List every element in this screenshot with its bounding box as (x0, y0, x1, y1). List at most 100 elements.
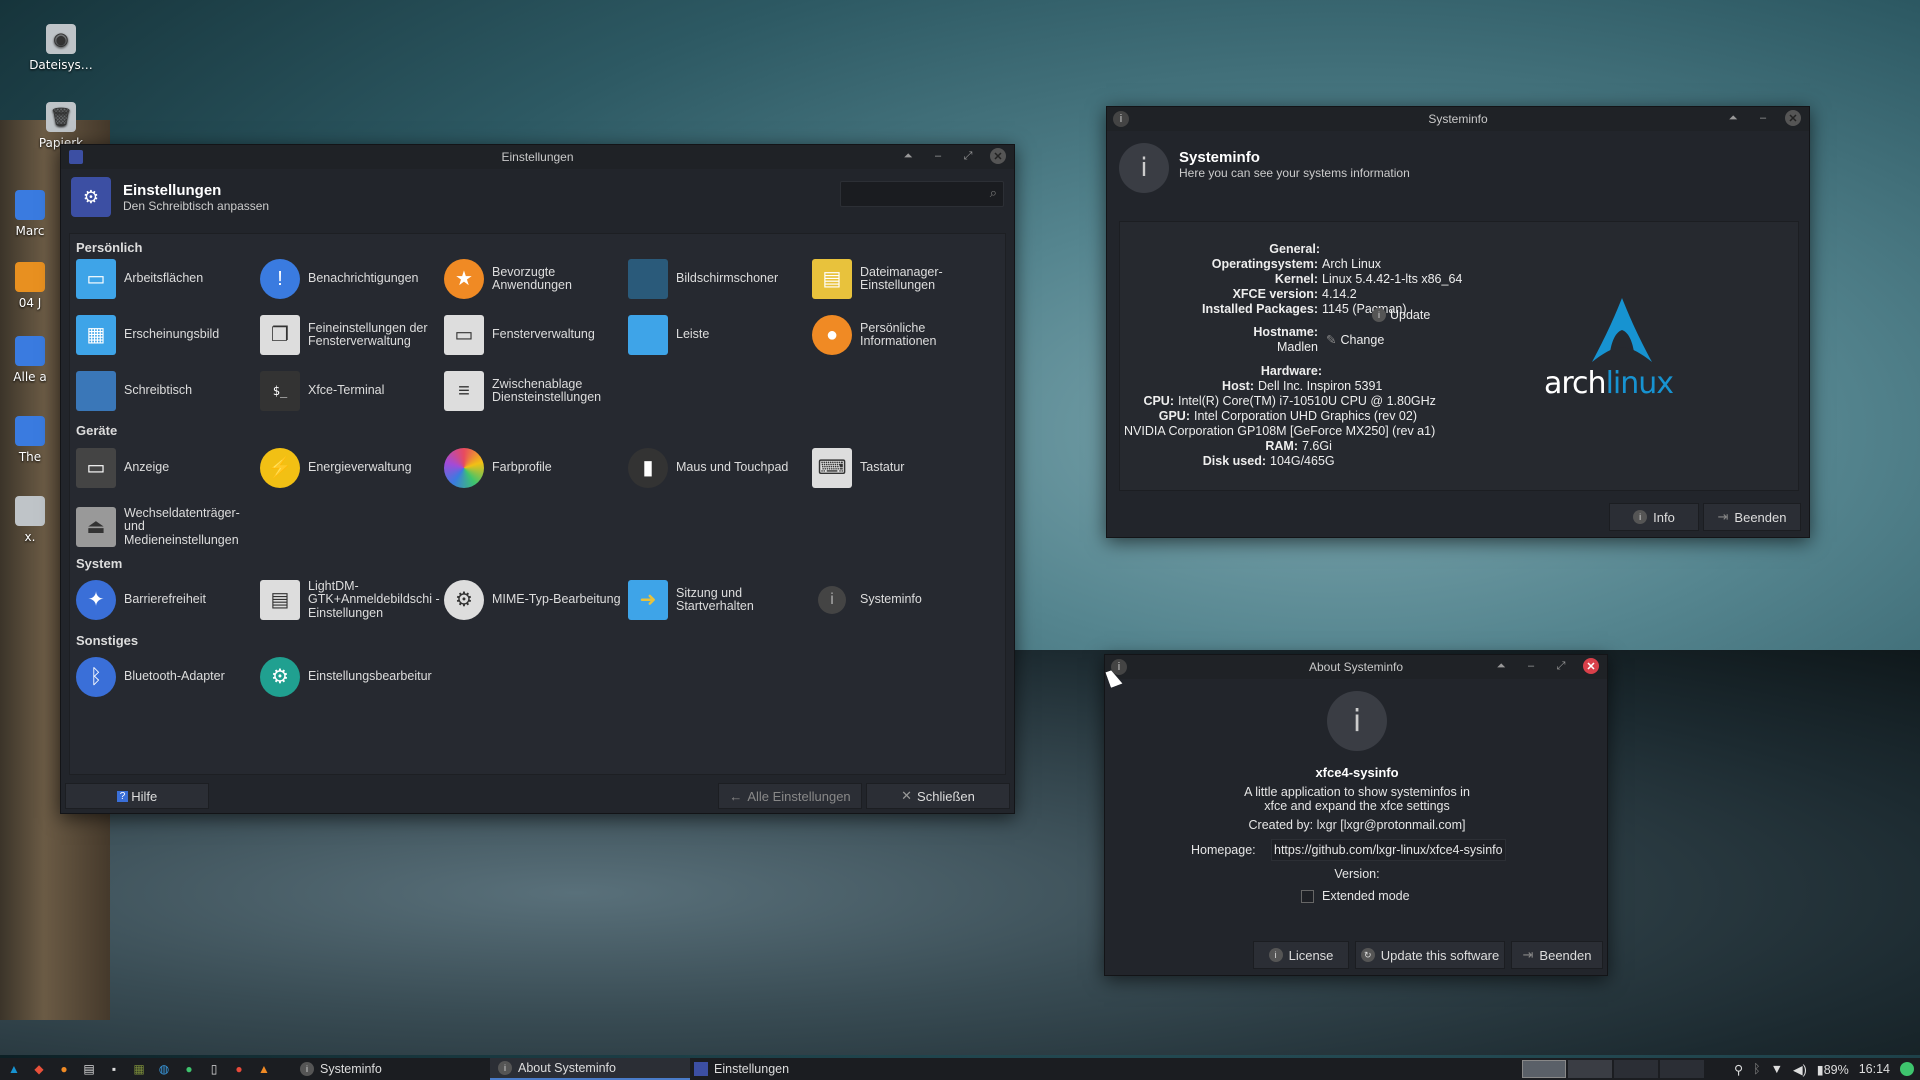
terminal-icon[interactable]: ▪ (104, 1059, 124, 1079)
minimize-button[interactable]: – (930, 148, 946, 164)
wifi-icon[interactable]: ▼ (1771, 1062, 1783, 1076)
settings-item[interactable]: ➜ Sitzung und Startverhalten (628, 575, 812, 625)
search-input[interactable]: ⌕ (840, 181, 1004, 207)
quit-button[interactable]: ⇥ Beenden (1511, 941, 1603, 969)
settings-item[interactable]: ▭ Fensterverwaltung (444, 310, 628, 360)
settings-item[interactable]: Schreibtisch (76, 366, 260, 416)
calculator-icon[interactable]: ▦ (129, 1059, 149, 1079)
document-icon[interactable]: ▯ (204, 1059, 224, 1079)
settings-item[interactable]: ⌨ Tastatur (812, 443, 996, 493)
brave-icon[interactable]: ◆ (29, 1059, 49, 1079)
settings-item-label: Bevorzugte Anwendungen (492, 264, 572, 292)
settings-item[interactable]: Bildschirmschoner (628, 254, 812, 304)
desktop-icon-alle[interactable]: Alle a (0, 336, 60, 384)
homepage-link[interactable]: https://github.com/lxgr-linux/xfce4-sysi… (1271, 839, 1506, 861)
volume-icon[interactable]: ◀) (1793, 1062, 1807, 1077)
app-icon[interactable]: ● (229, 1059, 249, 1079)
settings-item[interactable]: ✦ Barrierefreiheit (76, 575, 260, 625)
battery-percent: 89% (1823, 1062, 1849, 1077)
license-button[interactable]: i License (1253, 941, 1349, 969)
settings-item[interactable]: ▤ LightDM-GTK+Anmeldebildschi - Einstellu… (260, 575, 444, 625)
settings-item[interactable]: ᛒ Bluetooth-Adapter (76, 652, 260, 702)
settings-item[interactable]: ≡ Zwischenablage Diensteinstellungen (444, 366, 628, 416)
settings-item[interactable]: ▮ Maus und Touchpad (628, 443, 812, 493)
settings-app-icon (69, 150, 83, 164)
info-button[interactable]: i Info (1609, 503, 1699, 531)
settings-item[interactable]: ⚙ MIME-Typ-Bearbeitung (444, 575, 628, 625)
extended-mode-toggle[interactable]: Extended mode (1301, 889, 1410, 903)
update-icon: ↻ (1360, 948, 1375, 962)
settings-item[interactable]: $_ Xfce-Terminal (260, 366, 444, 416)
update-button[interactable]: i Update (1372, 308, 1430, 322)
help-button[interactable]: ? Hilfe (65, 783, 209, 809)
packages-label: Installed Packages: (1201, 302, 1318, 316)
quit-button[interactable]: ⇥ Beenden (1703, 503, 1801, 531)
minimize-button[interactable]: – (1755, 110, 1771, 126)
close-button[interactable]: ✕ (1583, 658, 1599, 674)
settings-item[interactable]: ▤ Dateimanager-Einstellungen (812, 254, 996, 304)
firefox-icon[interactable]: ● (54, 1059, 74, 1079)
settings-item[interactable]: ▭ Arbeitsflächen (76, 254, 260, 304)
minimize-button[interactable]: – (1523, 658, 1539, 674)
sysinfo-titlebar[interactable]: i Systeminfo ⏶ – ✕ (1107, 107, 1809, 131)
settings-item[interactable]: ⚙ Einstellungsbearbeitur (260, 652, 444, 702)
settings-item[interactable]: ⏏ Wechseldatenträger- und Medieneinstellu… (76, 497, 260, 557)
file-manager-icon[interactable]: ▤ (79, 1059, 99, 1079)
task-systeminfo[interactable]: i Systeminfo (292, 1058, 390, 1080)
close-button[interactable]: ✕ (990, 148, 1006, 164)
all-settings-button[interactable]: ← Alle Einstellungen (718, 783, 862, 809)
shade-button[interactable]: ⏶ (900, 148, 916, 164)
settings-item[interactable]: ! Benachrichtigungen (260, 254, 444, 304)
vlc-icon[interactable]: ▲ (254, 1059, 274, 1079)
workspace-4[interactable] (1660, 1060, 1704, 1078)
quit-label: Beenden (1539, 947, 1592, 963)
settings-item[interactable]: Farbprofile (444, 443, 628, 493)
close-settings-button[interactable]: ✕ Schließen (866, 783, 1010, 809)
maximize-button[interactable]: ⤢ (960, 148, 976, 164)
close-button[interactable]: ✕ (1785, 110, 1801, 126)
chrome-icon[interactable]: ◍ (154, 1059, 174, 1079)
bluetooth-icon[interactable]: ᛒ (1753, 1062, 1761, 1076)
settings-item[interactable]: ▦ Erscheinungsbild (76, 310, 260, 360)
task-about-systeminfo[interactable]: i About Systeminfo (490, 1058, 690, 1080)
desktop-icon-x[interactable]: x. (0, 496, 60, 544)
desktop-icon-marc[interactable]: Marc (0, 190, 60, 238)
settings-titlebar[interactable]: Einstellungen ⏶ – ⤢ ✕ (61, 145, 1014, 169)
shade-button[interactable]: ⏶ (1493, 658, 1509, 674)
settings-item[interactable]: ★ Bevorzugte Anwendungen (444, 254, 628, 304)
desktop-icon-04j[interactable]: 04 J (0, 262, 60, 310)
settings-item[interactable]: i Systeminfo (812, 575, 996, 625)
desktop-icon (76, 371, 116, 411)
workspace-switcher[interactable] (1522, 1060, 1704, 1078)
settings-item[interactable]: ⚡ Energieverwaltung (260, 443, 444, 493)
arch-menu-icon[interactable]: ▲ (4, 1059, 24, 1079)
workspace-2[interactable] (1568, 1060, 1612, 1078)
desktop-icon-trash[interactable]: 🗑 Papierk (16, 102, 106, 150)
license-label: License (1288, 947, 1334, 963)
settings-item[interactable]: Leiste (628, 310, 812, 360)
location-icon[interactable]: ⚲ (1734, 1062, 1743, 1077)
about-titlebar[interactable]: i About Systeminfo ⏶ – ⤢ ✕ (1105, 655, 1607, 679)
desktop-icon-the[interactable]: The (0, 416, 60, 464)
section-other: Sonstiges (76, 633, 139, 648)
settings-item[interactable]: ❐ Feineinstellungen der Fensterverwaltung (260, 310, 444, 360)
workspace-3[interactable] (1614, 1060, 1658, 1078)
workspace-1[interactable] (1522, 1060, 1566, 1078)
task-label: About Systeminfo (518, 1061, 616, 1075)
maximize-button[interactable]: ⤢ (1553, 658, 1569, 674)
hostname-value: Madlen (1277, 340, 1318, 354)
settings-item[interactable]: ▭ Anzeige (76, 443, 260, 493)
battery-indicator[interactable]: ▮89% (1817, 1062, 1849, 1077)
folder-icon (15, 262, 45, 292)
update-software-button[interactable]: ↻ Update this software (1355, 941, 1505, 969)
desktop-icon-filesystem[interactable]: ◉ Dateisys… (16, 24, 106, 72)
update-status-icon[interactable] (1900, 1062, 1914, 1076)
settings-item[interactable]: ● Persönliche Informationen (812, 310, 996, 360)
spotify-icon[interactable]: ● (179, 1059, 199, 1079)
desktop-icon-label: Alle a (13, 370, 47, 384)
shade-button[interactable]: ⏶ (1725, 110, 1741, 126)
extended-mode-checkbox[interactable] (1301, 889, 1314, 903)
change-button[interactable]: ✎ Change (1326, 332, 1384, 348)
task-einstellungen[interactable]: Einstellungen (686, 1058, 797, 1080)
clock[interactable]: 16:14 (1859, 1062, 1890, 1076)
